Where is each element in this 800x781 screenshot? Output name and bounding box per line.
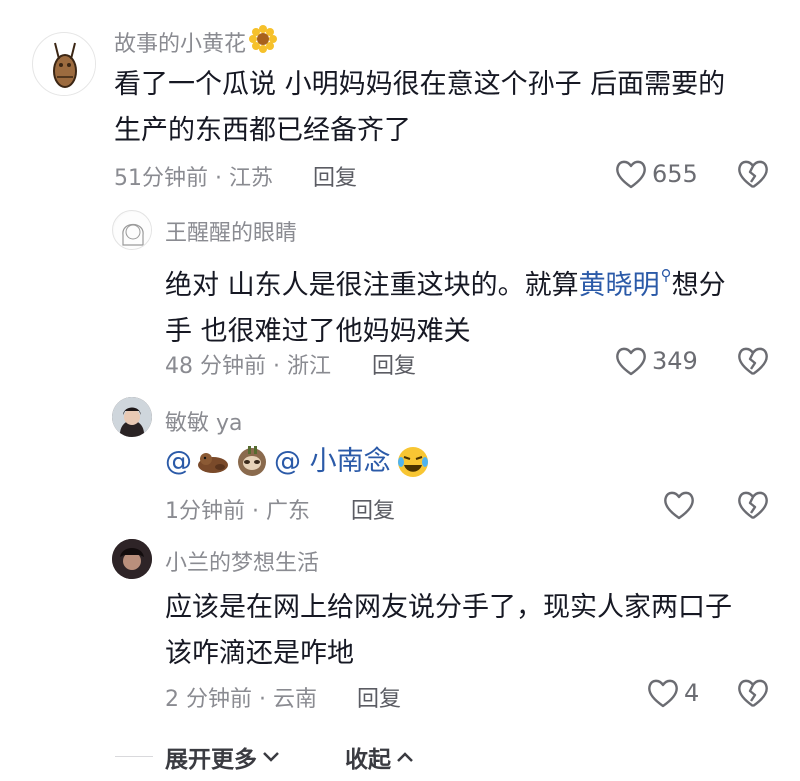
heart-outline-icon xyxy=(616,160,646,189)
comment-text: 应该是在网上给网友说分手了，现实人家两口子 该咋滴还是咋地 xyxy=(165,585,732,677)
comment-line: 绝对 山东人是很注重这块的。就算黄晓明⚲想分 xyxy=(165,252,726,309)
reply-item: 王醒醒的眼睛 绝对 山东人是很注重这块的。就算黄晓明⚲想分 手 也很难过了他妈妈… xyxy=(0,195,800,385)
comment-author[interactable]: 故事的小黄花 xyxy=(114,24,278,60)
like-button[interactable] xyxy=(662,489,696,521)
broken-heart-icon xyxy=(738,347,768,375)
heart-outline-icon xyxy=(648,679,678,708)
mention-user-link[interactable]: @ 小南念 xyxy=(274,439,391,485)
like-count: 4 xyxy=(684,679,700,707)
comment-text: 绝对 山东人是很注重这块的。就算黄晓明⚲想分 手 也很难过了他妈妈难关 xyxy=(165,252,726,355)
dislike-button[interactable] xyxy=(736,345,770,381)
mention-prefix[interactable]: @ xyxy=(165,439,192,485)
sunflower-icon xyxy=(248,24,278,60)
heart-outline-icon xyxy=(664,491,694,520)
otter-sticker-icon xyxy=(198,453,228,473)
chevron-up-icon xyxy=(397,752,413,762)
reply-button[interactable]: 回复 xyxy=(313,160,357,192)
comment-text-segment: 想分 xyxy=(671,270,726,301)
broken-heart-icon xyxy=(738,679,768,707)
comment-author[interactable]: 王醒醒的眼睛 xyxy=(165,215,297,247)
like-button[interactable]: 349 xyxy=(614,345,698,377)
like-button[interactable]: 655 xyxy=(614,158,698,190)
avatar[interactable] xyxy=(112,210,152,250)
comment-text-segment: 绝对 山东人是很注重这块的。就算 xyxy=(165,270,579,301)
comment-meta: 51分钟前 · 江苏 xyxy=(114,166,273,191)
sloth-sticker-icon xyxy=(238,446,266,476)
avatar[interactable] xyxy=(112,397,152,437)
divider xyxy=(115,756,153,757)
comment-line: 生产的东西都已经备齐了 xyxy=(114,115,411,146)
avatar[interactable] xyxy=(112,539,152,579)
comment-meta: 2 分钟前 · 云南 xyxy=(165,687,317,712)
dislike-button[interactable] xyxy=(736,158,770,194)
heart-outline-icon xyxy=(616,347,646,376)
comment-text: @ @ 小南念 xyxy=(165,439,431,485)
comment-item: 故事的小黄花 看了一个瓜说 小明妈妈很在意这个孙子 后面需要的 生产的东西都已经… xyxy=(0,0,800,195)
search-keyword-link[interactable]: 黄晓明 xyxy=(579,270,660,301)
avatar[interactable] xyxy=(32,32,96,96)
collapse-label: 收起 xyxy=(345,747,391,773)
laughing-crying-emoji-icon xyxy=(397,447,428,477)
comment-line: 应该是在网上给网友说分手了，现实人家两口子 xyxy=(165,592,732,623)
reply-item: 小兰的梦想生活 应该是在网上给网友说分手了，现实人家两口子 该咋滴还是咋地 2 … xyxy=(0,525,800,725)
photo-avatar-icon xyxy=(112,539,152,579)
dislike-button[interactable] xyxy=(736,677,770,713)
expand-more-label: 展开更多 xyxy=(165,747,257,773)
comment-meta: 1分钟前 · 广东 xyxy=(165,499,310,524)
reply-button[interactable]: 回复 xyxy=(372,348,416,380)
photo-avatar-icon xyxy=(112,397,152,437)
like-count: 655 xyxy=(652,160,698,188)
comment-author[interactable]: 敏敏 ya xyxy=(165,405,243,437)
broken-heart-icon xyxy=(738,160,768,188)
comment-meta: 48 分钟前 · 浙江 xyxy=(165,354,331,379)
reply-item: 敏敏 ya @ @ 小南念 1分钟前 · 广东 回复 xyxy=(0,385,800,525)
comment-author[interactable]: 小兰的梦想生活 xyxy=(165,545,319,577)
broken-heart-icon xyxy=(738,491,768,519)
like-button[interactable]: 4 xyxy=(646,677,699,709)
comment-text: 看了一个瓜说 小明妈妈很在意这个孙子 后面需要的 生产的东西都已经备齐了 xyxy=(114,62,725,154)
reply-button[interactable]: 回复 xyxy=(357,681,401,713)
sketch-girl-avatar-icon xyxy=(114,212,151,249)
like-count: 349 xyxy=(652,347,698,375)
collapse-button[interactable]: 收起 xyxy=(345,740,415,774)
comment-line: 该咋滴还是咋地 xyxy=(165,638,354,669)
chevron-down-icon xyxy=(263,752,279,762)
search-icon: ⚲ xyxy=(660,266,672,284)
comment-line: 看了一个瓜说 小明妈妈很在意这个孙子 后面需要的 xyxy=(114,69,726,100)
bug-avatar-icon xyxy=(34,34,95,95)
replies-footer: 展开更多 收起 xyxy=(0,738,800,774)
dislike-button[interactable] xyxy=(736,489,770,525)
author-name: 故事的小黄花 xyxy=(114,32,247,57)
reply-button[interactable]: 回复 xyxy=(351,493,395,525)
expand-more-button[interactable]: 展开更多 xyxy=(165,740,281,774)
